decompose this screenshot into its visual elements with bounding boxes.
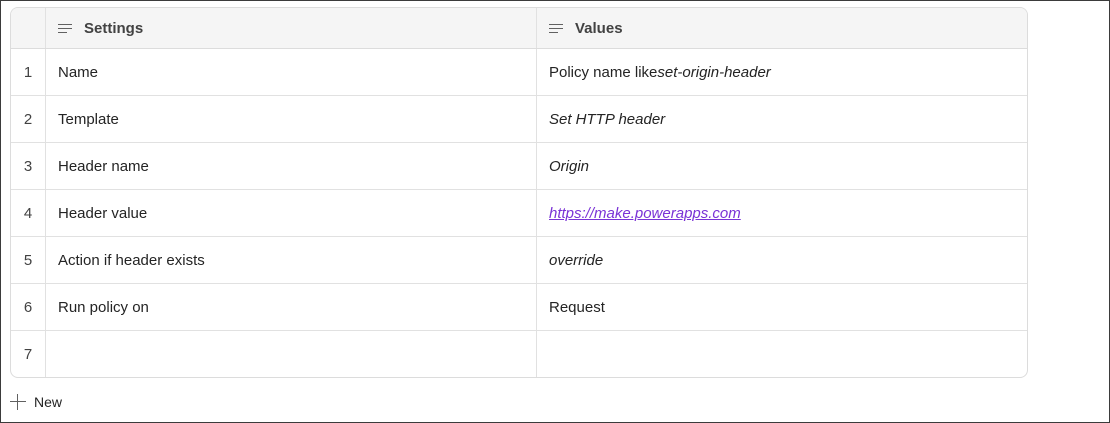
table-row[interactable]: 2 Template Set HTTP header (11, 96, 1027, 143)
values-column-header[interactable]: Values (537, 8, 1027, 48)
value-emphasis: override (549, 251, 604, 269)
table-row[interactable]: 6 Run policy on Request (11, 284, 1027, 331)
value-cell[interactable]: Origin (537, 143, 1027, 189)
value-cell[interactable]: Request (537, 284, 1027, 330)
value-cell[interactable]: https://make.powerapps.com (537, 190, 1027, 236)
value-cell[interactable] (537, 331, 1027, 377)
values-header-label: Values (575, 19, 623, 37)
setting-cell[interactable]: Action if header exists (46, 237, 537, 283)
table-row[interactable]: 3 Header name Origin (11, 143, 1027, 190)
setting-cell[interactable]: Run policy on (46, 284, 537, 330)
row-number: 7 (11, 331, 46, 377)
plus-icon (10, 394, 26, 410)
value-cell[interactable]: override (537, 237, 1027, 283)
table-row[interactable]: 5 Action if header exists override (11, 237, 1027, 284)
value-emphasis: Set HTTP header (549, 110, 666, 128)
setting-cell[interactable]: Header value (46, 190, 537, 236)
row-number: 4 (11, 190, 46, 236)
setting-cell[interactable] (46, 331, 537, 377)
header-value-link[interactable]: https://make.powerapps.com (549, 205, 741, 222)
row-number: 6 (11, 284, 46, 330)
value-cell[interactable]: Policy name like set-origin-header (537, 49, 1027, 95)
row-number: 2 (11, 96, 46, 142)
app-frame: Settings Values 1 Name Policy name like … (0, 0, 1110, 423)
table-row[interactable]: 1 Name Policy name like set-origin-heade… (11, 49, 1027, 96)
new-button-label: New (34, 394, 63, 410)
table-row[interactable]: 4 Header value https://make.powerapps.co… (11, 190, 1027, 237)
text-lines-icon (549, 23, 563, 33)
row-number: 3 (11, 143, 46, 189)
value-text: Policy name like (549, 63, 658, 81)
value-cell[interactable]: Set HTTP header (537, 96, 1027, 142)
row-number-header (11, 8, 46, 48)
table-header-row: Settings Values (11, 8, 1027, 49)
row-number: 1 (11, 49, 46, 95)
setting-cell[interactable]: Header name (46, 143, 537, 189)
value-text: Request (549, 298, 605, 316)
new-row-button[interactable]: New (10, 391, 62, 413)
setting-cell[interactable]: Name (46, 49, 537, 95)
table-row[interactable]: 7 (11, 331, 1027, 377)
settings-table: Settings Values 1 Name Policy name like … (10, 7, 1028, 378)
setting-cell[interactable]: Template (46, 96, 537, 142)
settings-header-label: Settings (84, 19, 144, 37)
settings-column-header[interactable]: Settings (46, 8, 537, 48)
row-number: 5 (11, 237, 46, 283)
text-lines-icon (58, 23, 72, 33)
value-emphasis: Origin (549, 157, 590, 175)
value-emphasis: set-origin-header (657, 63, 771, 81)
